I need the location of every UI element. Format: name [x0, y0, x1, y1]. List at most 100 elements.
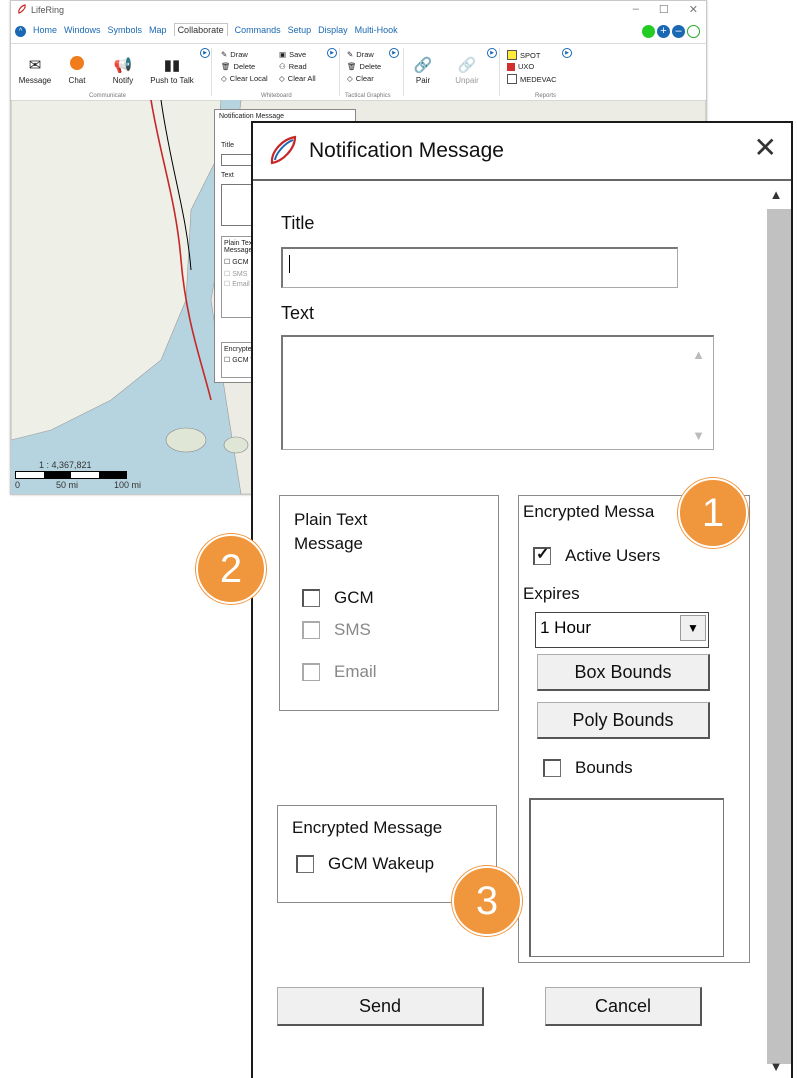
- close-app-button[interactable]: ✕: [689, 3, 698, 16]
- sms-checkbox[interactable]: SMS: [302, 620, 371, 640]
- email-label: Email: [334, 662, 377, 681]
- wb-read-button[interactable]: ⚇ Read: [279, 62, 307, 71]
- small-title-label: Title: [221, 142, 234, 149]
- send-button[interactable]: Send: [277, 987, 484, 1026]
- wb-save-button[interactable]: ▣ Save: [279, 50, 306, 59]
- zoom-out-icon[interactable]: –: [672, 25, 685, 38]
- push-to-talk-label: Push to Talk: [150, 76, 194, 85]
- pencil-icon: ✎: [221, 50, 228, 59]
- scroll-thumb[interactable]: [767, 209, 791, 1064]
- small-text-label: Text: [221, 172, 234, 179]
- tg-delete-button[interactable]: 🗑 Delete: [347, 62, 381, 71]
- radio-icon: ▮▮: [163, 57, 181, 74]
- menu-map[interactable]: Map: [149, 25, 167, 36]
- uxo-report-button[interactable]: UXO: [507, 62, 534, 71]
- active-users-checkbox[interactable]: ✓ Active Users: [533, 546, 660, 566]
- scroll-up-icon[interactable]: ▲: [761, 187, 791, 205]
- menu-commands[interactable]: Commands: [235, 25, 281, 36]
- text-scroll-down-icon[interactable]: ▼: [692, 428, 705, 443]
- box-bounds-button[interactable]: Box Bounds: [537, 654, 710, 691]
- pair-label: Pair: [415, 76, 431, 85]
- zoom-in-icon[interactable]: +: [657, 25, 670, 38]
- title-label: Title: [281, 213, 315, 233]
- uxo-icon: [507, 62, 515, 71]
- medevac-report-button[interactable]: MEDEVAC: [507, 74, 557, 84]
- bounds-list[interactable]: [529, 798, 724, 957]
- notify-button[interactable]: 📢 Notify: [103, 56, 143, 85]
- communicate-launcher-icon[interactable]: ▶: [200, 48, 210, 58]
- scroll-down-icon[interactable]: ▼: [761, 1059, 791, 1074]
- menu-collaborate[interactable]: Collaborate: [173, 23, 228, 36]
- plain-text-group: Plain Text Message GCM SMS Email: [279, 495, 499, 711]
- scale-tick-100: 100 mi: [114, 480, 142, 490]
- push-to-talk-button[interactable]: ▮▮ Push to Talk: [149, 56, 195, 85]
- bounds-label: Bounds: [575, 758, 633, 777]
- unpair-label: Unpair: [455, 76, 479, 85]
- expires-select[interactable]: 1 Hour ▼: [535, 612, 709, 648]
- active-users-label: Active Users: [565, 546, 661, 565]
- eraser-icon: ◇: [221, 74, 227, 83]
- group-communicate: Communicate: [89, 93, 127, 99]
- collapse-ribbon-icon[interactable]: ^: [15, 26, 26, 37]
- minimize-button[interactable]: –: [633, 3, 639, 16]
- unpair-button[interactable]: 🔗 Unpair: [449, 56, 485, 85]
- scale-tick-0: 0: [15, 480, 21, 490]
- gcm-checkbox[interactable]: GCM: [302, 588, 374, 608]
- gcm-checkbox-box[interactable]: [302, 589, 320, 607]
- spot-report-button[interactable]: SPOT: [507, 50, 540, 60]
- active-users-checkbox-box[interactable]: ✓: [533, 546, 551, 565]
- pair-launcher-icon[interactable]: ▶: [487, 48, 497, 58]
- bounds-checkbox[interactable]: Bounds: [543, 758, 633, 778]
- wb-clear-all-button[interactable]: ◇ Clear All: [279, 74, 316, 83]
- maximize-button[interactable]: ☐: [659, 3, 669, 16]
- group-whiteboard: Whiteboard: [261, 93, 292, 99]
- chat-button[interactable]: Chat: [57, 56, 97, 85]
- gcm-label: GCM: [334, 588, 374, 607]
- gcm-wakeup-checkbox-box[interactable]: [296, 855, 314, 873]
- app-title: LifeRing: [31, 5, 65, 15]
- tg-draw-button[interactable]: ✎ Draw: [347, 50, 374, 59]
- title-input[interactable]: [281, 247, 678, 288]
- cancel-button[interactable]: Cancel: [545, 987, 702, 1026]
- menu-setup[interactable]: Setup: [288, 25, 312, 36]
- lifering-logo-icon: [18, 4, 26, 14]
- gcm-wakeup-checkbox[interactable]: GCM Wakeup: [296, 854, 434, 874]
- email-checkbox-box[interactable]: [302, 663, 320, 681]
- whiteboard-launcher-icon[interactable]: ▶: [327, 48, 337, 58]
- read-icon: ⚇: [279, 62, 286, 71]
- sms-checkbox-box[interactable]: [302, 621, 320, 639]
- scale-ratio: 1 : 4,367,821: [39, 460, 92, 470]
- group-tactical: Tactical Graphics: [345, 93, 391, 99]
- menu-symbols[interactable]: Symbols: [108, 25, 143, 36]
- expires-label: Expires: [523, 584, 580, 603]
- menu-home[interactable]: Home: [33, 25, 57, 36]
- text-input[interactable]: ▲ ▼: [281, 335, 714, 450]
- pair-button[interactable]: 🔗 Pair: [407, 56, 439, 85]
- wb-delete-button[interactable]: 🗑 Delete: [221, 62, 255, 71]
- close-icon[interactable]: ✕: [754, 131, 777, 164]
- message-button[interactable]: ✉ Message: [15, 56, 55, 85]
- vertical-scrollbar[interactable]: ▲ ▼: [761, 187, 791, 1078]
- reports-launcher-icon[interactable]: ▶: [562, 48, 572, 58]
- group-reports: Reports: [535, 93, 557, 99]
- menu-multi-hook[interactable]: Multi-Hook: [355, 25, 398, 36]
- tg-clear-button[interactable]: ◇ Clear: [347, 74, 374, 83]
- unlink-icon: 🔗: [457, 57, 477, 74]
- tg-pencil-icon: ✎: [347, 50, 354, 59]
- wb-clear-local-button[interactable]: ◇ Clear Local: [221, 74, 268, 83]
- chevron-down-icon[interactable]: ▼: [680, 615, 706, 641]
- menu-display[interactable]: Display: [318, 25, 348, 36]
- bounds-checkbox-box[interactable]: [543, 759, 561, 777]
- tactical-launcher-icon[interactable]: ▶: [389, 48, 399, 58]
- menu-bar: ^ Home Windows Symbols Map Collaborate C…: [11, 19, 706, 43]
- email-checkbox[interactable]: Email: [302, 662, 377, 682]
- wb-draw-button[interactable]: ✎ Draw: [221, 50, 248, 59]
- eraser-all-icon: ◇: [279, 74, 285, 83]
- text-scroll-up-icon[interactable]: ▲: [692, 347, 705, 362]
- gps-icon[interactable]: [687, 25, 700, 38]
- notification-dialog: Notification Message ✕ ▲ ▼ Title Text ▲ …: [251, 121, 793, 1078]
- menu-windows[interactable]: Windows: [64, 25, 101, 36]
- message-label: Message: [18, 76, 52, 85]
- poly-bounds-button[interactable]: Poly Bounds: [537, 702, 710, 739]
- dialog-title: Notification Message: [309, 139, 504, 162]
